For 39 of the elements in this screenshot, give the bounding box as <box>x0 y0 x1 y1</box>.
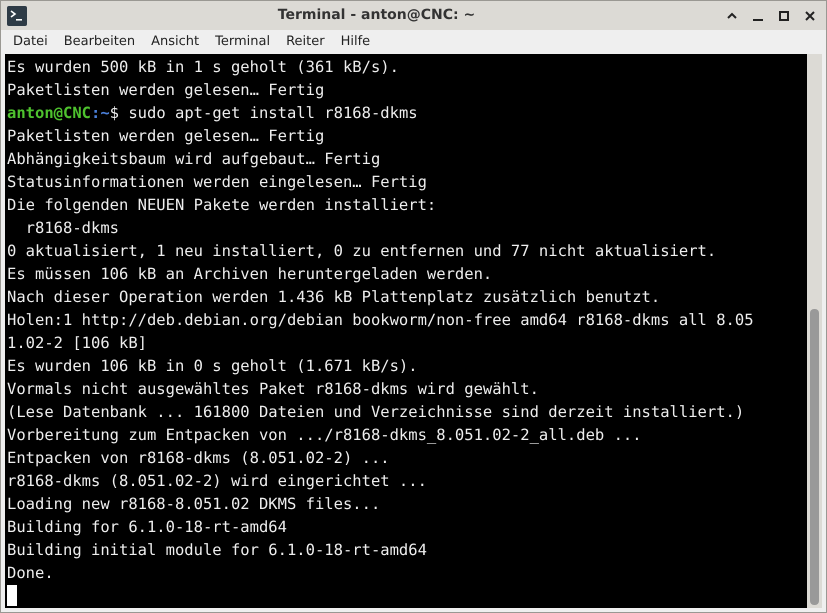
output-line: Paketlisten werden gelesen… Fertig <box>7 127 324 145</box>
output-line: r8168-dkms <box>24 219 119 237</box>
output-line: 0 aktualisiert, 1 neu installiert, 0 zu entfernen und 77 nicht aktualisiert. <box>7 242 716 260</box>
scrollbar[interactable] <box>807 54 822 608</box>
output-line: Holen:1 http://deb.debian.org/debian bookworm/non-free amd64 r8168-dkms all 8.05 <box>7 311 754 329</box>
output-line: Building initial module for 6.1.0-18-rt-amd64 <box>7 541 427 559</box>
menu-item[interactable]: Datei <box>7 32 54 52</box>
output-line: Nach dieser Operation werden 1.436 kB Plattenplatz zusätzlich benutzt. <box>7 288 660 306</box>
output-line: Abhängigkeitsbaum wird aufgebaut… Fertig <box>7 150 380 168</box>
output-line: Es wurden 500 kB in 1 s geholt (361 kB/s). <box>7 58 399 76</box>
scrollbar-thumb[interactable] <box>810 309 819 605</box>
menu-item[interactable]: Ansicht <box>145 32 206 52</box>
menu-item[interactable]: Bearbeiten <box>58 32 142 52</box>
output-line: Die folgenden NEUEN Pakete werden installiert: <box>7 196 436 214</box>
menu-item[interactable]: Hilfe <box>334 32 376 52</box>
output-line: Vormals nicht ausgewähltes Paket r8168-dkms wird gewählt. <box>7 380 539 398</box>
output-line: Vorbereitung zum Entpacken von .../r8168-dkms_8.051.02-2_all.deb ... <box>7 426 642 444</box>
output-line: r8168-dkms (8.051.02-2) wird eingerichtet ... <box>7 472 427 490</box>
terminal-icon <box>7 6 27 26</box>
window-title: Terminal - anton@CNC: ~ <box>276 6 476 26</box>
restore-icon[interactable] <box>778 10 790 22</box>
output-line: Es wurden 106 kB in 0 s geholt (1.671 kB/s). <box>7 357 418 375</box>
prompt-user: anton@CNC <box>7 104 91 122</box>
menu-item[interactable]: Reiter <box>280 32 331 52</box>
output-line: Paketlisten werden gelesen… Fertig <box>7 81 324 99</box>
command-text: $ sudo apt-get install r8168-dkms <box>110 104 418 122</box>
terminal-area[interactable] <box>5 54 807 608</box>
output-line: Done. <box>7 564 54 582</box>
output-line: Es müssen 106 kB an Archiven heruntergeladen werden. <box>7 265 492 283</box>
output-line: 1.02-2 [106 kB] <box>7 334 147 352</box>
prompt-path: :~ <box>91 104 110 122</box>
output-line: Statusinformationen werden eingelesen… Fertig <box>7 173 427 191</box>
output-line: (Lese Datenbank ... 161800 Dateien und Verzeichnisse sind derzeit installiert.) <box>7 403 744 421</box>
menu-item[interactable]: Terminal <box>209 32 276 52</box>
output-line: Entpacken von r8168-dkms (8.051.02-2) ... <box>7 449 390 467</box>
close-icon[interactable] <box>804 10 816 22</box>
text-cursor <box>7 585 17 606</box>
output-line: Building for 6.1.0-18-rt-amd64 <box>7 518 287 536</box>
output-line: Loading new r8168-8.051.02 DKMS files... <box>7 495 380 513</box>
